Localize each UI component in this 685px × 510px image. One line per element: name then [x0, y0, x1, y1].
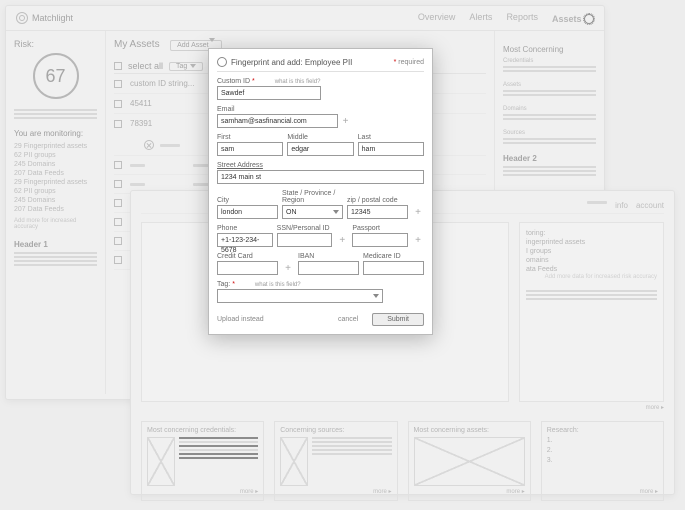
submit-button[interactable]: Submit: [372, 313, 424, 326]
state-select[interactable]: ON: [282, 205, 343, 219]
add-address-button[interactable]: +: [412, 206, 424, 218]
email-input[interactable]: samham@sasfinancial.com: [217, 114, 338, 128]
tag-select[interactable]: [217, 289, 383, 303]
iban-input[interactable]: [298, 261, 359, 275]
credit-card-input[interactable]: [217, 261, 278, 275]
custom-id-input[interactable]: Sawdef: [217, 86, 321, 100]
street-input[interactable]: 1234 main st: [217, 170, 424, 184]
first-name-input[interactable]: sam: [217, 142, 283, 156]
add-email-button[interactable]: +: [340, 115, 352, 127]
fingerprint-icon: [217, 57, 227, 67]
upload-instead-link[interactable]: Upload instead: [217, 316, 264, 323]
passport-input[interactable]: [352, 233, 408, 247]
add-cc-button[interactable]: +: [282, 262, 294, 274]
medicare-input[interactable]: [363, 261, 424, 275]
middle-name-input[interactable]: edgar: [287, 142, 353, 156]
modal-title: Fingerprint and add: Employee PII: [231, 58, 390, 67]
phone-input[interactable]: +1-123-234-5678: [217, 233, 273, 247]
city-input[interactable]: london: [217, 205, 278, 219]
zip-input[interactable]: 12345: [347, 205, 408, 219]
ssn-input[interactable]: [277, 233, 333, 247]
add-ssn-button[interactable]: +: [336, 234, 348, 246]
add-passport-button[interactable]: +: [412, 234, 424, 246]
fingerprint-modal: Fingerprint and add: Employee PII requir…: [208, 48, 433, 335]
last-name-input[interactable]: ham: [358, 142, 424, 156]
cancel-button[interactable]: cancel: [330, 314, 366, 325]
required-label: required: [394, 59, 424, 66]
